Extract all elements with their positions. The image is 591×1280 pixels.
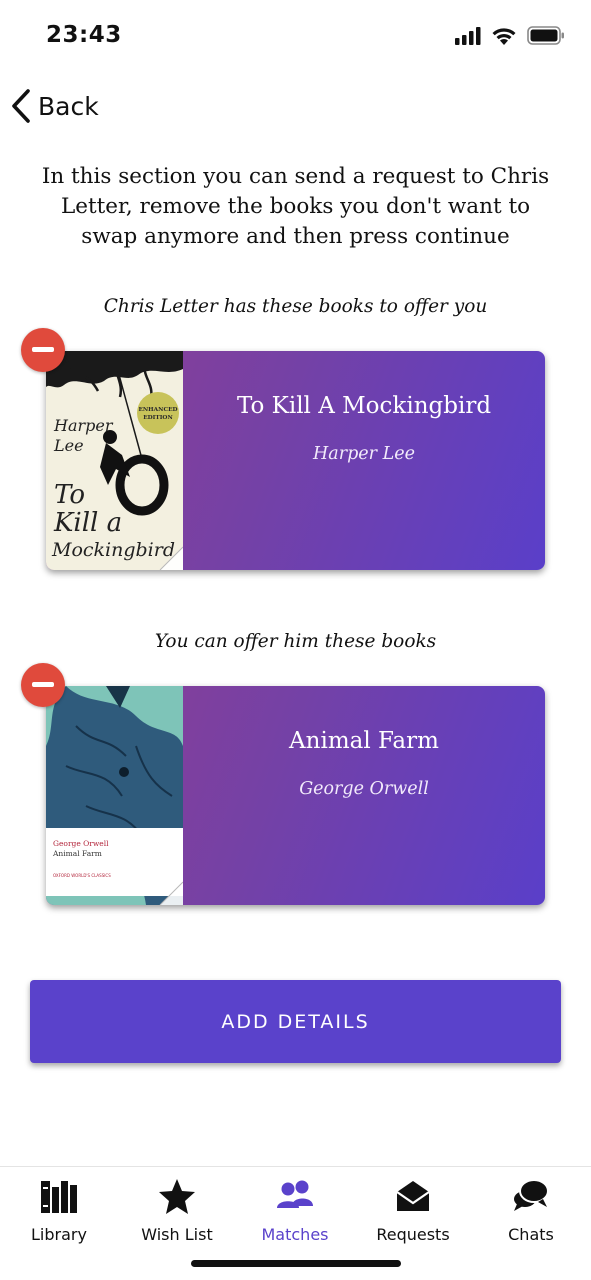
tab-requests[interactable]: Requests: [354, 1177, 472, 1253]
offered-books-heading: Chris Letter has these books to offer yo…: [103, 296, 488, 317]
book-author: Harper Lee: [313, 444, 415, 464]
envelope-icon: [396, 1181, 430, 1211]
book-info: To Kill A Mockingbird Harper Lee: [183, 351, 545, 570]
tab-library[interactable]: Library: [0, 1177, 118, 1253]
cover-title-line-1: To: [54, 480, 85, 510]
back-label: Back: [38, 91, 99, 121]
home-indicator: [191, 1260, 401, 1267]
book-card-yours[interactable]: George Orwell Animal Farm OXFORD WORLD'S…: [21, 663, 545, 905]
cover-author-line: George Orwell: [53, 839, 109, 848]
cover-badge-line-2: EDITION: [143, 415, 173, 421]
cover-title-line-3: Mockingbird: [51, 539, 175, 561]
battery-icon: [527, 26, 564, 45]
cover-series-line: OXFORD WORLD'S CLASSICS: [53, 873, 111, 878]
star-icon: [159, 1179, 195, 1214]
cover-badge-line-1: ENHANCED: [138, 407, 177, 413]
add-details-button[interactable]: ADD DETAILS: [30, 980, 561, 1063]
people-icon: [277, 1180, 313, 1208]
cover-author-line-1: Harper: [53, 416, 114, 435]
wifi-icon: [492, 28, 516, 45]
tab-label: Requests: [376, 1225, 450, 1244]
book-title: Animal Farm: [289, 728, 439, 754]
book-cover-image: ENHANCED EDITION Harper Lee To Kill a Mo…: [46, 351, 183, 570]
remove-book-button[interactable]: [21, 328, 65, 372]
status-bar: 23:43: [0, 0, 591, 76]
tab-label: Matches: [261, 1225, 329, 1244]
minus-icon: [32, 682, 54, 687]
cellular-signal-icon: [455, 26, 481, 45]
book-title: To Kill A Mockingbird: [236, 393, 492, 419]
cover-author-line-2: Lee: [53, 436, 84, 455]
tab-matches[interactable]: Matches: [236, 1177, 354, 1253]
intro-text: In this section you can send a request t…: [41, 164, 550, 249]
cover-title-line: Animal Farm: [52, 849, 102, 858]
library-icon: [41, 1181, 77, 1213]
status-time: 23:43: [46, 22, 122, 48]
tab-label: Chats: [508, 1225, 554, 1244]
remove-book-button[interactable]: [21, 663, 65, 707]
mockingbird-cover-art: ENHANCED EDITION Harper Lee To Kill a Mo…: [46, 351, 183, 570]
your-books-heading: You can offer him these books: [154, 631, 437, 652]
tab-label: Wish List: [141, 1225, 213, 1244]
book-card-offered[interactable]: ENHANCED EDITION Harper Lee To Kill a Mo…: [21, 328, 545, 570]
book-info: Animal Farm George Orwell: [183, 686, 545, 905]
back-button[interactable]: Back: [10, 86, 99, 126]
minus-icon: [32, 347, 54, 352]
chat-bubbles-icon: [514, 1179, 549, 1211]
tab-label: Library: [31, 1225, 87, 1244]
book-cover-image: George Orwell Animal Farm OXFORD WORLD'S…: [46, 686, 183, 905]
animal-farm-cover-art: George Orwell Animal Farm OXFORD WORLD'S…: [46, 686, 183, 905]
status-icons: [455, 26, 565, 45]
tab-wish-list[interactable]: Wish List: [118, 1177, 236, 1253]
tab-chats[interactable]: Chats: [472, 1177, 590, 1253]
cover-title-line-2: Kill a: [53, 508, 122, 538]
book-author: George Orwell: [299, 779, 429, 799]
chevron-left-icon: [12, 89, 30, 123]
